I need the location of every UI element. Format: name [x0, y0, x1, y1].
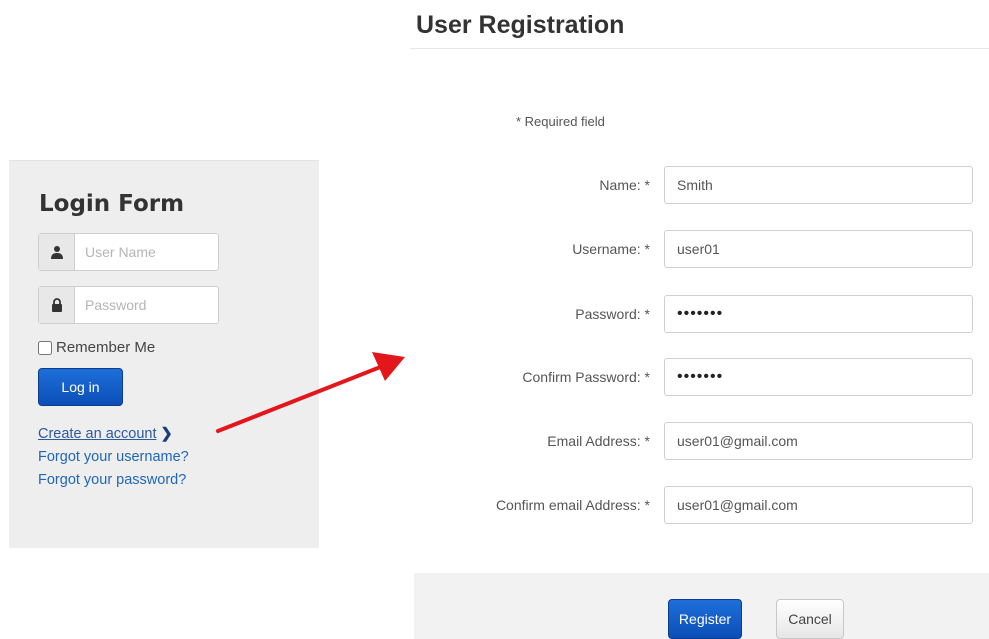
- registration-password-input[interactable]: [664, 295, 973, 333]
- password-row: Password: *: [410, 295, 980, 335]
- confirm-password-label: Confirm Password: *: [522, 369, 650, 385]
- forgot-username-item: Forgot your username?: [38, 446, 189, 469]
- login-form-panel: Login Form Remember Me Log in Create an …: [9, 160, 319, 548]
- forgot-username-link[interactable]: Forgot your username?: [38, 449, 189, 465]
- confirm-email-input[interactable]: [664, 486, 973, 524]
- name-input[interactable]: [664, 166, 973, 204]
- login-links: Create an account ❯ Forgot your username?…: [38, 423, 189, 492]
- confirm-password-row: Confirm Password: *: [410, 358, 980, 398]
- user-icon: [39, 234, 75, 270]
- password-label: Password: *: [575, 306, 650, 322]
- username-input[interactable]: [75, 234, 218, 270]
- remember-me-checkbox[interactable]: [38, 340, 52, 355]
- forgot-password-link[interactable]: Forgot your password?: [38, 472, 186, 488]
- cancel-button[interactable]: Cancel: [776, 599, 844, 639]
- confirm-email-row: Confirm email Address: *: [410, 486, 980, 526]
- email-input[interactable]: [664, 422, 973, 460]
- confirm-email-label: Confirm email Address: *: [495, 497, 650, 513]
- lock-icon: [39, 287, 75, 323]
- username-label: Username: *: [572, 241, 650, 257]
- registration-title: User Registration: [416, 11, 625, 39]
- username-row: Username: *: [410, 230, 980, 270]
- register-button[interactable]: Register: [668, 599, 742, 639]
- username-input-group: [38, 233, 219, 271]
- password-input[interactable]: [75, 287, 218, 323]
- email-label: Email Address: *: [547, 433, 650, 449]
- confirm-password-input[interactable]: [664, 358, 973, 396]
- forgot-password-item: Forgot your password?: [38, 469, 189, 492]
- login-form-title: Login Form: [39, 191, 185, 217]
- login-button[interactable]: Log in: [38, 368, 123, 406]
- title-divider: [410, 48, 989, 49]
- chevron-right-icon: ❯: [160, 426, 173, 442]
- annotation-arrow-head: [372, 352, 405, 381]
- email-row: Email Address: *: [410, 422, 980, 462]
- name-label: Name: *: [599, 177, 650, 193]
- form-actions-bar: Register Cancel: [414, 573, 989, 639]
- required-field-note: * Required field: [516, 114, 605, 129]
- name-row: Name: *: [410, 166, 980, 206]
- create-account-item: Create an account ❯: [38, 423, 189, 446]
- remember-me-row[interactable]: Remember Me: [38, 339, 155, 356]
- registration-username-input[interactable]: [664, 230, 973, 268]
- create-account-link[interactable]: Create an account: [38, 426, 157, 442]
- remember-me-label: Remember Me: [56, 339, 156, 356]
- password-input-group: [38, 286, 219, 324]
